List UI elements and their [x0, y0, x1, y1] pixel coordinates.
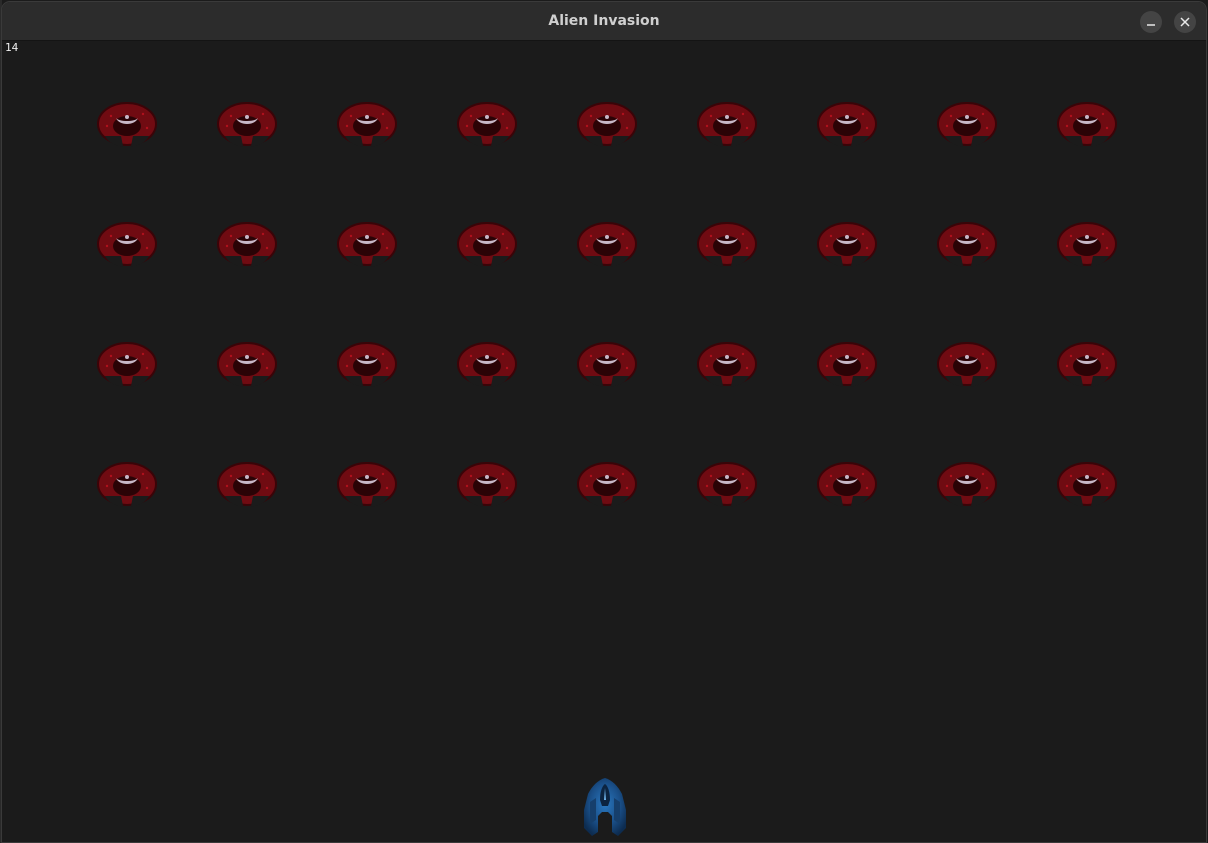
alien — [217, 102, 277, 147]
alien — [697, 342, 757, 387]
alien — [337, 102, 397, 147]
alien — [577, 222, 637, 267]
alien — [817, 102, 877, 147]
alien — [337, 342, 397, 387]
alien — [97, 462, 157, 507]
close-icon — [1180, 17, 1190, 27]
game-canvas[interactable]: 14 — [2, 41, 1206, 842]
alien — [97, 222, 157, 267]
alien — [337, 222, 397, 267]
alien — [97, 102, 157, 147]
minimize-button[interactable] — [1140, 11, 1162, 33]
close-button[interactable] — [1174, 11, 1196, 33]
alien — [97, 342, 157, 387]
alien — [1057, 222, 1117, 267]
alien — [817, 342, 877, 387]
alien — [217, 342, 277, 387]
alien — [937, 102, 997, 147]
alien — [457, 222, 517, 267]
alien — [217, 222, 277, 267]
alien — [457, 102, 517, 147]
minimize-icon — [1147, 24, 1155, 26]
alien — [937, 462, 997, 507]
alien — [577, 462, 637, 507]
game-window: Alien Invasion 14 — [1, 1, 1207, 843]
alien-fleet — [2, 41, 1206, 842]
alien — [817, 222, 877, 267]
alien — [577, 342, 637, 387]
title-bar[interactable]: Alien Invasion — [2, 2, 1206, 41]
player-ship — [584, 778, 626, 836]
alien — [217, 462, 277, 507]
alien — [697, 222, 757, 267]
alien — [697, 462, 757, 507]
alien — [817, 462, 877, 507]
alien — [457, 342, 517, 387]
alien — [1057, 342, 1117, 387]
window-title: Alien Invasion — [548, 13, 660, 29]
alien — [1057, 102, 1117, 147]
alien — [337, 462, 397, 507]
alien — [577, 102, 637, 147]
alien — [937, 342, 997, 387]
alien — [937, 222, 997, 267]
alien — [697, 102, 757, 147]
alien — [1057, 462, 1117, 507]
alien — [457, 462, 517, 507]
